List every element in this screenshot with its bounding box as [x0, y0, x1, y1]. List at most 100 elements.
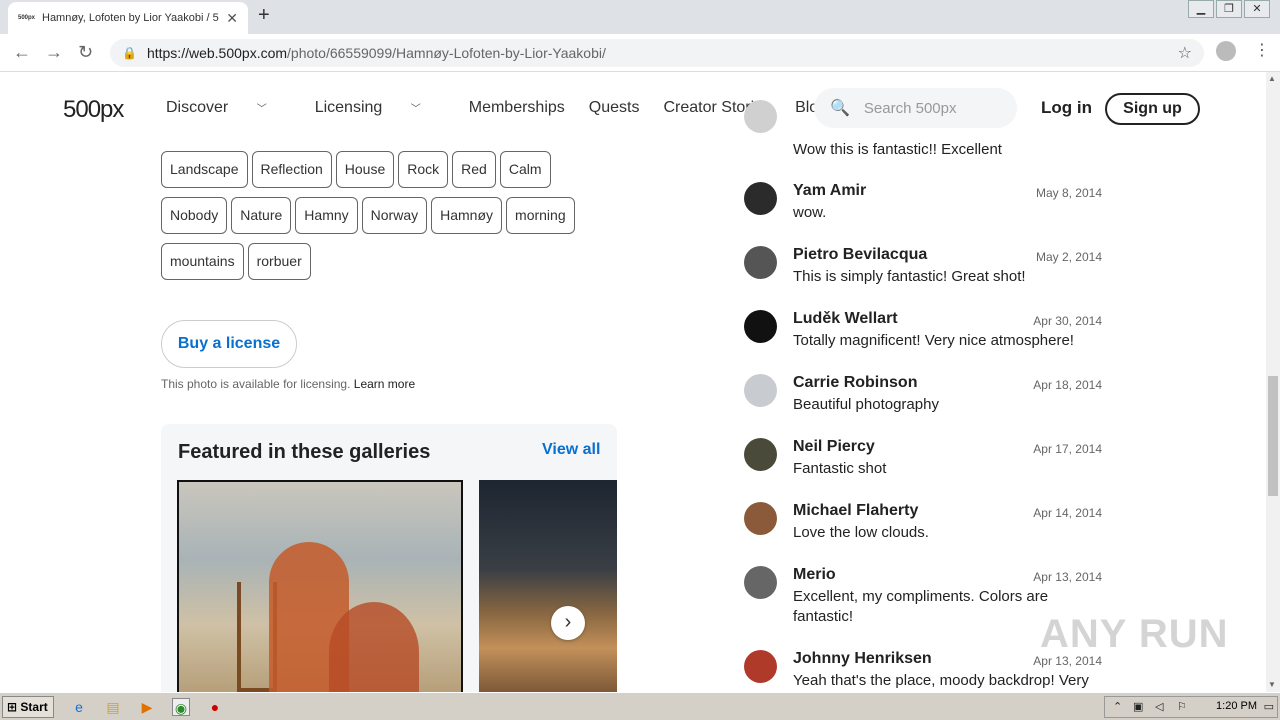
tag[interactable]: rorbuer	[247, 243, 311, 280]
comment-date: Apr 30, 2014	[1033, 314, 1102, 328]
featured-galleries: Featured in these galleries View all ›	[161, 424, 617, 692]
close-window-button[interactable]: ✕	[1244, 0, 1270, 18]
scroll-down-icon[interactable]: ▼	[1268, 680, 1276, 689]
avatar[interactable]	[744, 650, 777, 683]
buy-license-button[interactable]: Buy a license	[161, 320, 297, 368]
favicon-icon: 500px	[18, 15, 36, 21]
commenter-name[interactable]: Johnny Henriksen	[793, 650, 932, 668]
avatar[interactable]	[744, 310, 777, 343]
url-input[interactable]: 🔒 https://web.500px.com /photo/66559099/…	[110, 39, 1204, 67]
forward-icon[interactable]: →	[45, 42, 63, 63]
comment-item: Carrie Robinson Apr 18, 2014 Beautiful p…	[744, 372, 1104, 436]
lock-icon: 🔒	[122, 46, 137, 60]
comment-date: Apr 18, 2014	[1033, 378, 1102, 392]
volume-icon[interactable]: ◁	[1155, 700, 1163, 713]
view-all-link[interactable]: View all	[542, 441, 600, 459]
license-note: This photo is available for licensing. L…	[161, 377, 416, 391]
ie-icon[interactable]: e	[70, 698, 88, 716]
new-tab-button[interactable]: +	[258, 4, 270, 27]
profile-avatar-icon[interactable]	[1216, 41, 1236, 61]
tag[interactable]: Norway	[361, 197, 428, 234]
commenter-name[interactable]: Pietro Bevilacqua	[793, 246, 927, 264]
nav-discover[interactable]: Discover ﹀	[166, 99, 291, 117]
site-logo[interactable]: 500px	[63, 96, 124, 124]
galleries-title: Featured in these galleries	[178, 441, 431, 463]
search-placeholder: Search 500px	[863, 99, 957, 117]
search-icon: 🔍	[830, 100, 850, 117]
avatar[interactable]	[744, 374, 777, 407]
chevron-right-icon[interactable]: ›	[551, 606, 585, 640]
commenter-name[interactable]: Michael Flaherty	[793, 502, 918, 520]
watermark-logo: ANY RUN	[1040, 612, 1229, 656]
tab-close-icon[interactable]: ✕	[226, 10, 238, 27]
tag-row: Nobody Nature Hamny Norway Hamnøy mornin…	[161, 197, 621, 234]
address-bar-area: ← → ↻ 🔒 https://web.500px.com /photo/665…	[0, 34, 1280, 72]
url-host: https://web.500px.com	[146, 45, 288, 61]
windows-taskbar: ⊞ Start e ▤ ▶ ◉ ● ⌃ ▣ ◁ ⚐ 1:20 PM ▭	[0, 692, 1280, 720]
comment-text: Beautiful photography	[793, 396, 939, 413]
browser-menu-icon[interactable]: ⋮	[1254, 40, 1270, 60]
avatar[interactable]	[744, 502, 777, 535]
scrollbar-thumb[interactable]	[1268, 376, 1278, 496]
commenter-name[interactable]: Neil Piercy	[793, 438, 875, 456]
tag[interactable]: Calm	[499, 151, 551, 188]
comment-item: Yam Amir May 8, 2014 wow.	[744, 180, 1104, 244]
login-link[interactable]: Log in	[1041, 98, 1092, 118]
browser-tab[interactable]: 500px Hamnøy, Lofoten by Lior Yaakobi / …	[8, 2, 248, 34]
tag[interactable]: Reflection	[251, 151, 332, 188]
tag-row: mountains rorbuer	[161, 243, 621, 280]
avatar[interactable]	[744, 566, 777, 599]
scroll-up-icon[interactable]: ▲	[1268, 74, 1276, 83]
chrome-icon[interactable]: ◉	[172, 698, 190, 716]
comment-item: Luděk Wellart Apr 30, 2014 Totally magni…	[744, 308, 1104, 372]
gallery-thumbnail[interactable]	[479, 480, 617, 692]
nav-quests[interactable]: Quests	[589, 99, 640, 117]
tag[interactable]: mountains	[161, 243, 244, 280]
commenter-name[interactable]: Luděk Wellart	[793, 310, 898, 328]
network-icon[interactable]: ▣	[1133, 700, 1143, 713]
tag[interactable]: Nature	[231, 197, 292, 234]
commenter-name[interactable]: Carrie Robinson	[793, 374, 917, 392]
page-scrollbar[interactable]: ▲ ▼	[1266, 72, 1280, 692]
tag[interactable]: Red	[452, 151, 496, 188]
gallery-thumbnail[interactable]	[177, 480, 463, 692]
restore-button[interactable]: ❐	[1216, 0, 1242, 18]
nav-licensing[interactable]: Licensing ﹀	[315, 99, 445, 117]
windows-logo-icon: ⊞	[7, 700, 18, 714]
signup-button[interactable]: Sign up	[1105, 93, 1200, 125]
tag[interactable]: Landscape	[161, 151, 248, 188]
clock[interactable]: 1:20 PM	[1216, 700, 1257, 712]
media-player-icon[interactable]: ▶	[138, 698, 156, 716]
reload-icon[interactable]: ↻	[78, 42, 93, 63]
avatar[interactable]	[744, 100, 777, 133]
tag[interactable]: Hamnøy	[431, 197, 503, 234]
tag[interactable]: morning	[506, 197, 575, 234]
show-desktop-icon[interactable]: ▭	[1264, 700, 1274, 713]
flag-icon[interactable]: ⚐	[1177, 700, 1187, 713]
back-icon[interactable]: ←	[13, 42, 31, 63]
comment-date: May 2, 2014	[1035, 250, 1102, 264]
folder-icon[interactable]: ▤	[104, 698, 122, 716]
bookmark-star-icon[interactable]: ☆	[1178, 43, 1192, 63]
learn-more-link[interactable]: Learn more	[354, 377, 415, 391]
tab-title: Hamnøy, Lofoten by Lior Yaakobi / 5	[42, 12, 219, 24]
start-button[interactable]: ⊞ Start	[2, 696, 54, 718]
comment-item: Neil Piercy Apr 17, 2014 Fantastic shot	[744, 436, 1104, 500]
commenter-name[interactable]: Merio	[793, 566, 836, 584]
tag[interactable]: Rock	[398, 151, 449, 188]
commenter-name[interactable]: Yam Amir	[793, 182, 866, 200]
minimize-button[interactable]: ▁	[1188, 0, 1214, 18]
chevron-down-icon: ﹀	[410, 104, 421, 115]
avatar[interactable]	[744, 246, 777, 279]
tag[interactable]: House	[335, 151, 395, 188]
avatar[interactable]	[744, 438, 777, 471]
comment-text: wow.	[793, 204, 827, 221]
window-controls: ▁ ❐ ✕	[1186, 0, 1270, 18]
tray-icon[interactable]: ⌃	[1113, 700, 1122, 713]
opera-icon[interactable]: ●	[206, 698, 224, 716]
comment-item: Michael Flaherty Apr 14, 2014 Love the l…	[744, 500, 1104, 564]
avatar[interactable]	[744, 182, 777, 215]
tag[interactable]: Nobody	[161, 197, 228, 234]
nav-memberships[interactable]: Memberships	[469, 99, 565, 117]
tag[interactable]: Hamny	[295, 197, 358, 234]
